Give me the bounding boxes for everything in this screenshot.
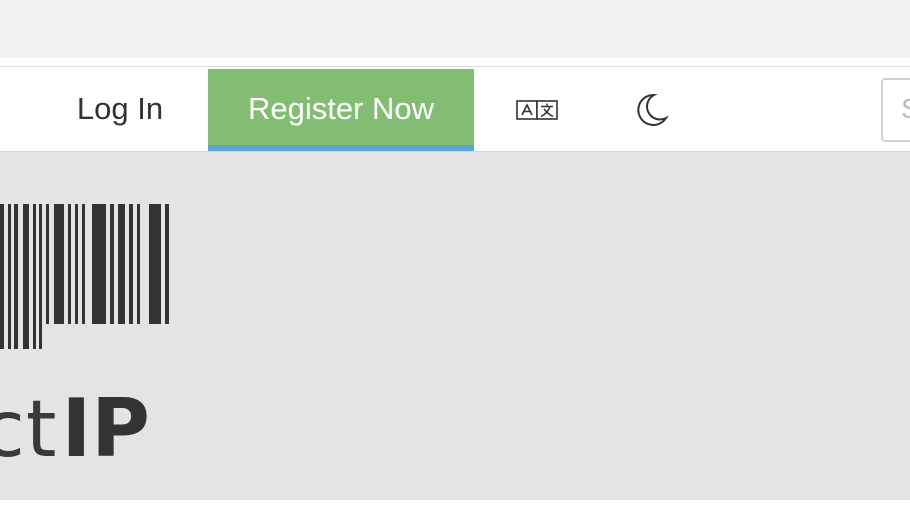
- top-navbar: Log In Register Now S: [0, 66, 910, 152]
- top-strip: [0, 0, 910, 58]
- language-button[interactable]: [513, 85, 563, 135]
- moon-icon: [637, 93, 669, 126]
- login-link[interactable]: Log In: [40, 67, 200, 151]
- register-button[interactable]: Register Now: [208, 69, 474, 151]
- translate-icon: [516, 100, 558, 120]
- theme-toggle-button[interactable]: [626, 85, 676, 135]
- barcode-logo-graphic: [0, 204, 169, 349]
- bottom-strip: [0, 500, 910, 518]
- hero-banner: ct IP: [0, 152, 910, 500]
- logo-text-bold: IP: [61, 382, 150, 475]
- search-input[interactable]: S: [881, 78, 910, 142]
- logo-text-light: ct: [0, 385, 58, 475]
- logo-wordmark: ct IP: [0, 382, 150, 475]
